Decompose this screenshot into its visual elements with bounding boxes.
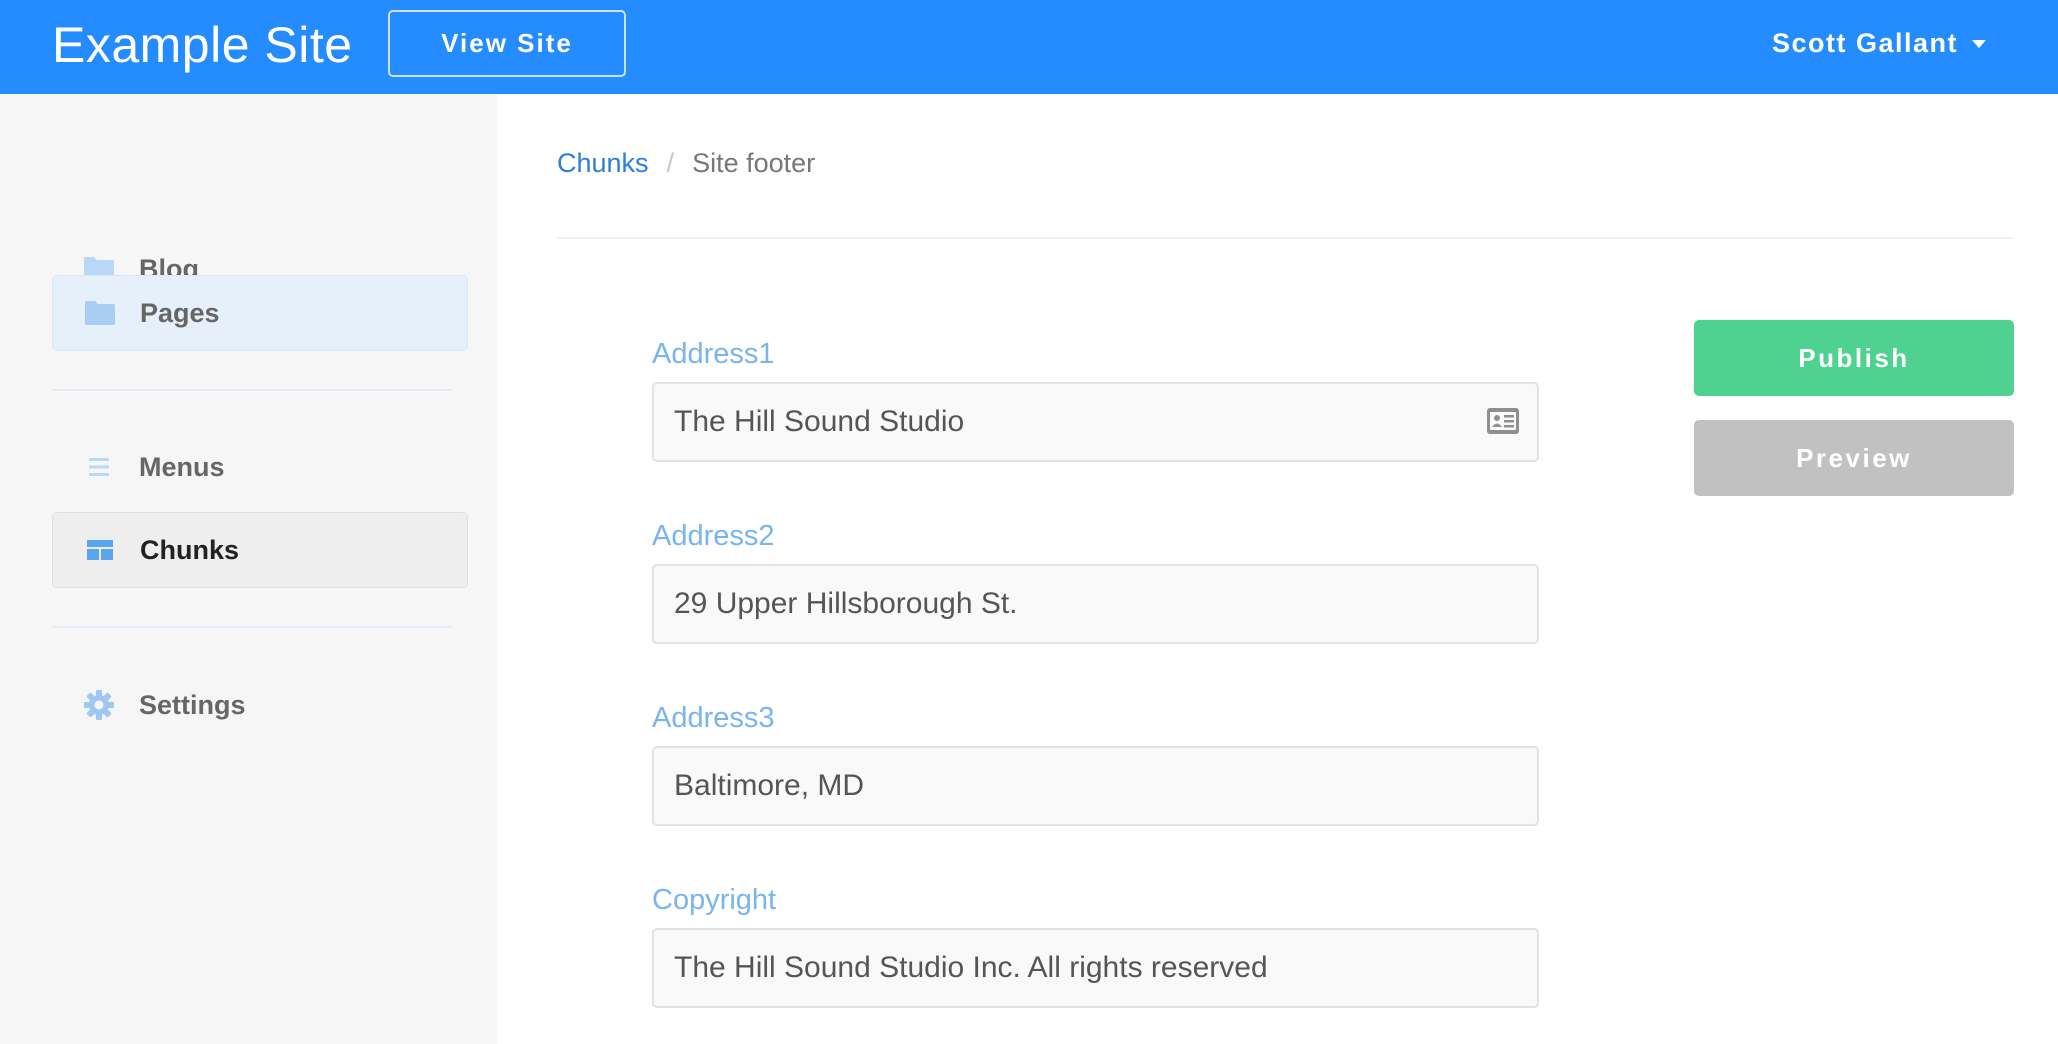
- sidebar-item-pages[interactable]: Pages: [52, 275, 468, 351]
- copyright-field[interactable]: [652, 928, 1539, 1008]
- user-name: Scott Gallant: [1771, 27, 1958, 58]
- sidebar-divider: [52, 626, 452, 628]
- sidebar-item-settings[interactable]: Settings: [52, 667, 468, 743]
- address2-field[interactable]: [652, 564, 1539, 644]
- site-title[interactable]: Example Site: [52, 20, 353, 70]
- sidebar-item-chunks[interactable]: Chunks: [52, 512, 468, 588]
- caret-down-icon: [1972, 40, 1986, 48]
- address3-label: Address3: [652, 702, 775, 734]
- user-menu[interactable]: Scott Gallant: [1772, 26, 1986, 60]
- publish-button[interactable]: Publish: [1694, 320, 2014, 396]
- view-site-button[interactable]: View Site: [388, 10, 626, 77]
- sidebar-item-label: Settings: [139, 689, 246, 720]
- breadcrumb-separator: /: [666, 148, 675, 178]
- breadcrumb: Chunks / Site footer: [557, 148, 815, 179]
- breadcrumb-current: Site footer: [692, 148, 816, 178]
- preview-button[interactable]: Preview: [1694, 420, 2014, 496]
- address1-label: Address1: [652, 338, 775, 370]
- contact-card-icon[interactable]: [1486, 407, 1520, 435]
- sidebar: Blog Pages Menus Chunks Settings: [0, 94, 497, 1044]
- folder-icon: [83, 299, 117, 327]
- table-layout-icon: [83, 536, 117, 564]
- sidebar-item-menus[interactable]: Menus: [52, 429, 468, 505]
- breadcrumb-link-chunks[interactable]: Chunks: [557, 148, 649, 179]
- sidebar-item-label: Pages: [140, 297, 220, 328]
- sidebar-item-label: Chunks: [140, 534, 240, 565]
- list-icon: [82, 453, 116, 481]
- header-divider: [557, 237, 2013, 239]
- top-bar: Example Site View Site Scott Gallant: [0, 0, 2058, 94]
- gear-icon: [82, 690, 116, 720]
- copyright-label: Copyright: [652, 884, 777, 916]
- address3-field[interactable]: [652, 746, 1539, 826]
- sidebar-item-label: Menus: [139, 451, 225, 482]
- address1-field[interactable]: [652, 382, 1539, 462]
- sidebar-divider: [52, 389, 452, 391]
- address2-label: Address2: [652, 520, 775, 552]
